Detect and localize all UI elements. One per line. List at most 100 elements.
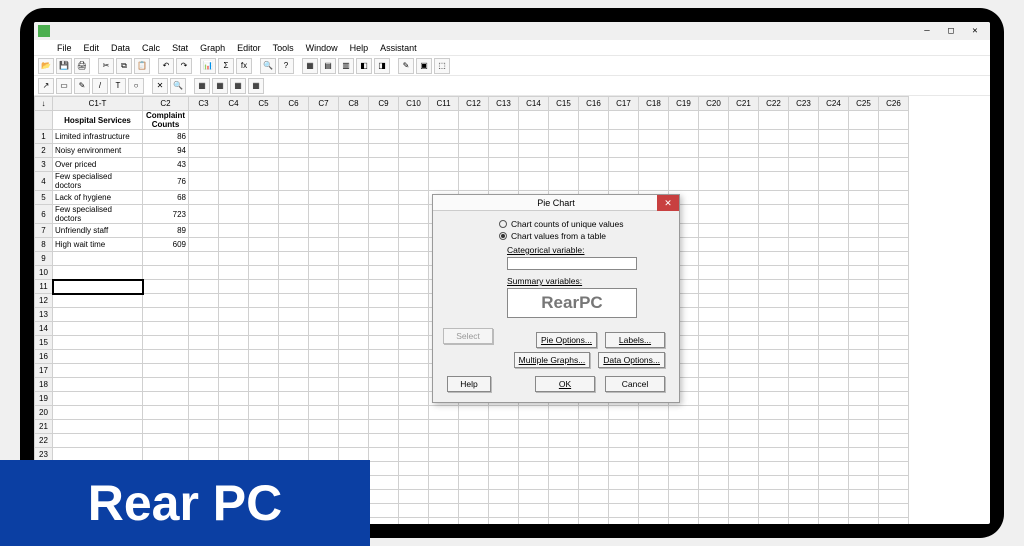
cell[interactable] [609,462,639,476]
cell[interactable] [189,322,219,336]
cell[interactable] [579,172,609,191]
cell[interactable] [489,434,519,448]
row-header[interactable]: 14 [35,322,53,336]
cell[interactable] [819,406,849,420]
cell[interactable] [249,434,279,448]
cell[interactable] [399,392,429,406]
cell[interactable] [789,420,819,434]
corner-cell[interactable]: ↓ [35,97,53,111]
cell[interactable] [429,144,459,158]
col-header[interactable]: C15 [549,97,579,111]
cell[interactable] [819,224,849,238]
cell[interactable] [279,406,309,420]
col-header[interactable]: C16 [579,97,609,111]
cell[interactable] [849,224,879,238]
cell[interactable] [849,392,879,406]
cell[interactable] [459,448,489,462]
cell[interactable] [309,406,339,420]
tb-copy-icon[interactable]: ⧉ [116,58,132,74]
cell[interactable] [699,130,729,144]
cell[interactable] [819,392,849,406]
cell[interactable] [489,406,519,420]
cell[interactable] [729,238,759,252]
cell[interactable] [309,280,339,294]
row-header[interactable]: 20 [35,406,53,420]
cell[interactable] [789,448,819,462]
cell[interactable] [849,434,879,448]
cell[interactable] [789,364,819,378]
cell[interactable] [759,238,789,252]
cell[interactable] [819,294,849,308]
cell[interactable] [639,420,669,434]
cell[interactable] [519,462,549,476]
cell[interactable] [459,518,489,525]
cell[interactable] [189,144,219,158]
cell[interactable] [489,111,519,130]
cell[interactable] [609,172,639,191]
cell[interactable] [879,434,909,448]
cell[interactable] [429,130,459,144]
menu-edit[interactable]: Edit [79,42,105,54]
cell[interactable] [519,434,549,448]
cell[interactable] [369,144,399,158]
cell[interactable] [219,252,249,266]
cell[interactable] [849,191,879,205]
cell[interactable] [549,144,579,158]
cell[interactable] [219,266,249,280]
cell[interactable] [399,130,429,144]
cell[interactable] [489,490,519,504]
radio-unique-values[interactable]: Chart counts of unique values [499,219,669,229]
cell[interactable] [53,350,143,364]
cell[interactable] [369,322,399,336]
cell[interactable] [639,448,669,462]
cell[interactable] [699,350,729,364]
cell[interactable] [339,191,369,205]
cell[interactable] [489,130,519,144]
cell[interactable] [879,420,909,434]
cell[interactable] [759,224,789,238]
cell[interactable] [579,476,609,490]
cell[interactable] [669,518,699,525]
cell[interactable] [669,158,699,172]
cell[interactable] [279,392,309,406]
cell[interactable] [399,158,429,172]
cell[interactable] [639,111,669,130]
cell[interactable] [639,476,669,490]
cell[interactable] [579,504,609,518]
cell[interactable] [489,420,519,434]
tb-select-icon[interactable]: ▭ [56,78,72,94]
col-header[interactable]: C17 [609,97,639,111]
cell[interactable] [189,378,219,392]
cell[interactable] [249,420,279,434]
cell[interactable] [669,130,699,144]
close-button[interactable]: ✕ [964,24,986,38]
cell[interactable] [369,434,399,448]
cell[interactable] [819,420,849,434]
cell[interactable] [879,266,909,280]
cell[interactable] [429,420,459,434]
cell[interactable] [189,130,219,144]
row-header[interactable]: 22 [35,434,53,448]
cell[interactable] [849,266,879,280]
cell[interactable] [729,308,759,322]
cell[interactable] [519,111,549,130]
col-label[interactable]: Hospital Services [53,111,143,130]
cell[interactable] [429,434,459,448]
cell[interactable] [143,350,189,364]
cell[interactable] [369,490,399,504]
cell[interactable] [849,476,879,490]
cell[interactable] [699,158,729,172]
cell[interactable] [369,364,399,378]
cell[interactable] [309,111,339,130]
cell[interactable] [759,308,789,322]
cell[interactable] [249,406,279,420]
cell[interactable] [219,144,249,158]
cell[interactable] [399,462,429,476]
cell[interactable] [219,280,249,294]
cell[interactable] [459,158,489,172]
summary-variables-input[interactable]: RearPC [507,288,637,318]
menu-stat[interactable]: Stat [167,42,193,54]
row-header[interactable]: 9 [35,252,53,266]
row-header[interactable]: 10 [35,266,53,280]
cell[interactable] [53,280,143,294]
